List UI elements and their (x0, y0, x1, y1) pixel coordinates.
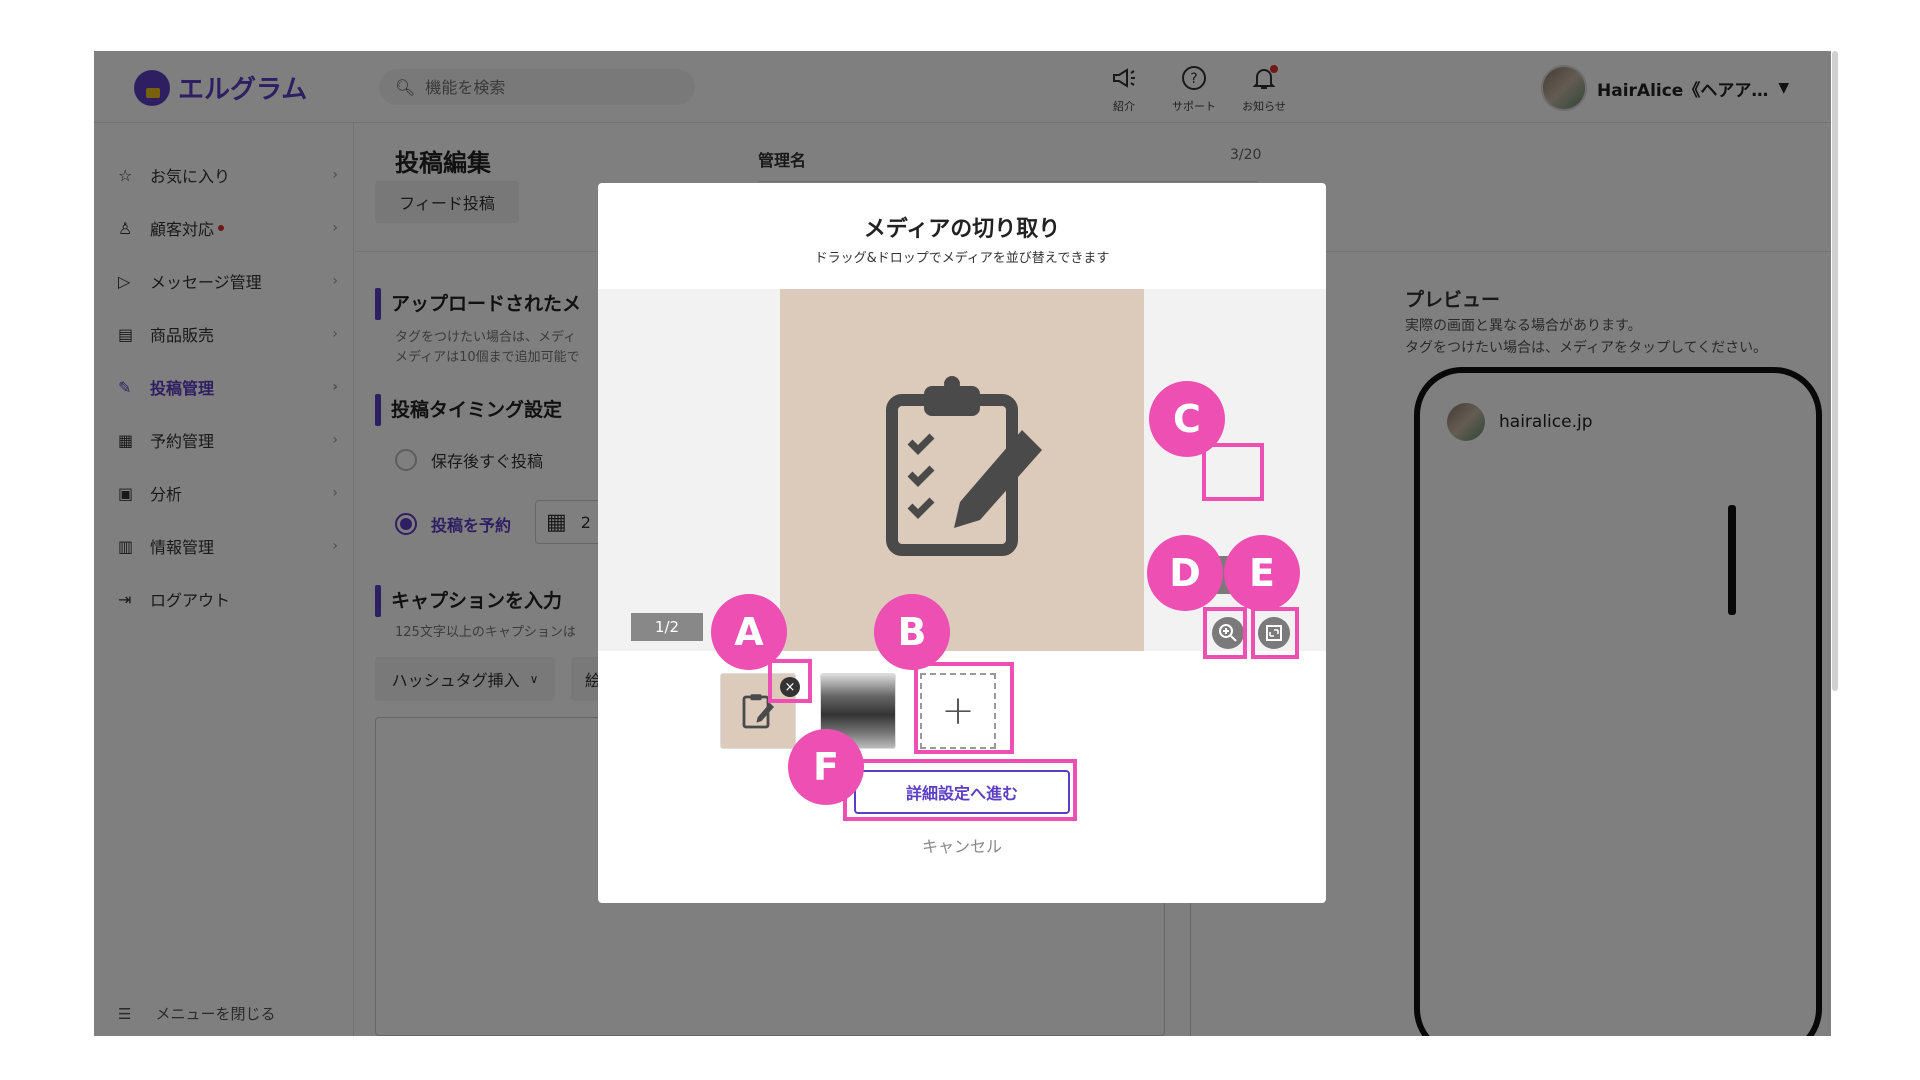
marker-a: A (711, 594, 787, 670)
marker-c: C (1149, 381, 1225, 457)
highlight-d (1203, 607, 1247, 659)
modal-title: メディアの切り取り (863, 217, 1061, 242)
page-scrollbar[interactable] (1832, 51, 1838, 691)
highlight-a (768, 659, 812, 703)
modal-subtitle: ドラッグ&ドロップでメディアを並び替えできます (814, 251, 1110, 266)
media-counter: 1/2 (631, 613, 703, 641)
clipboard-icon (886, 376, 1042, 556)
highlight-b (914, 662, 1014, 754)
marker-d: D (1147, 535, 1223, 611)
marker-b: B (874, 594, 950, 670)
highlight-f (843, 759, 1077, 821)
marker-f: F (788, 729, 864, 805)
cancel-button[interactable]: キャンセル (598, 833, 1326, 857)
highlight-e (1251, 607, 1299, 659)
crop-image[interactable] (780, 289, 1144, 651)
highlight-c (1202, 443, 1264, 501)
marker-e: E (1224, 535, 1300, 611)
